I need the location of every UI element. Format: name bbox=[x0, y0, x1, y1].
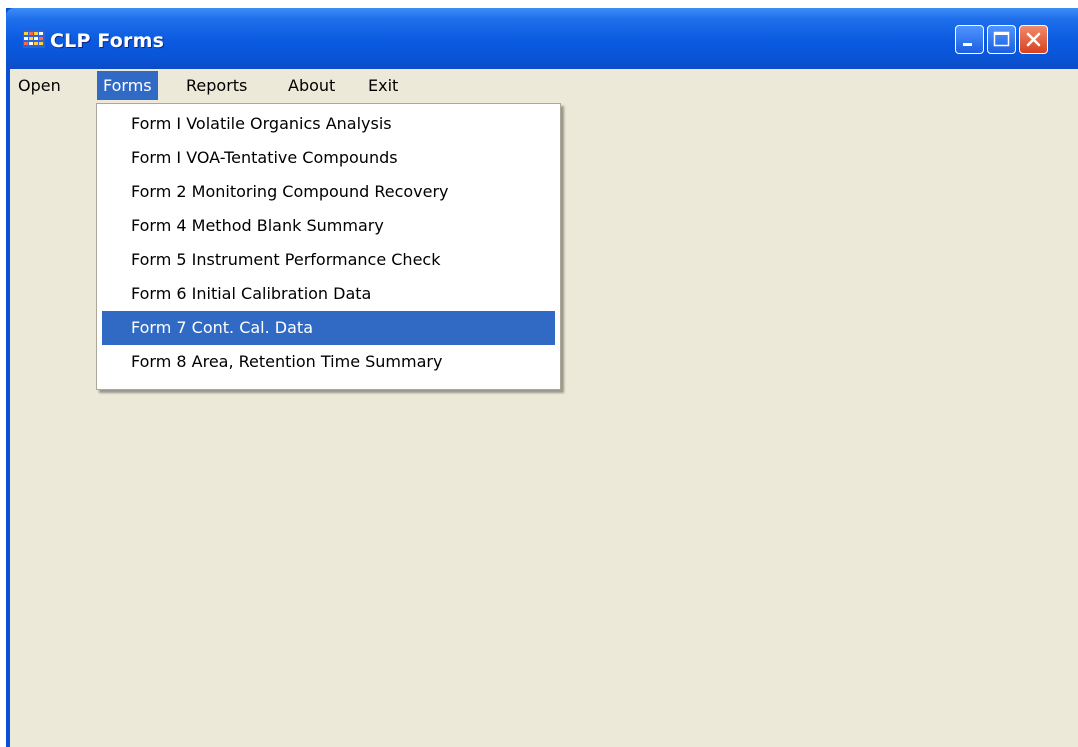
menu-item-form-4-method-blank[interactable]: Form 4 Method Blank Summary bbox=[102, 209, 555, 243]
window-title: CLP Forms bbox=[50, 30, 165, 52]
menu-exit[interactable]: Exit bbox=[362, 71, 404, 100]
menu-forms[interactable]: Forms bbox=[97, 71, 158, 100]
close-button[interactable] bbox=[1019, 25, 1048, 54]
maximize-button[interactable] bbox=[987, 25, 1016, 54]
menu-item-form-8-area-retention[interactable]: Form 8 Area, Retention Time Summary bbox=[102, 345, 555, 379]
maximize-icon bbox=[993, 31, 1010, 47]
client-area: Open Forms Reports About Exit Form I Vol… bbox=[10, 69, 1078, 747]
menu-bar: Open Forms Reports About Exit bbox=[10, 69, 1078, 103]
menu-open[interactable]: Open bbox=[12, 71, 67, 100]
close-icon bbox=[1026, 32, 1041, 47]
menu-item-form-5-instrument-check[interactable]: Form 5 Instrument Performance Check bbox=[102, 243, 555, 277]
menu-item-form-1-voa-tentative[interactable]: Form I VOA-Tentative Compounds bbox=[102, 141, 555, 175]
minimize-button[interactable] bbox=[955, 25, 984, 54]
app-icon bbox=[23, 30, 45, 48]
menu-item-form-2-monitoring-recovery[interactable]: Form 2 Monitoring Compound Recovery bbox=[102, 175, 555, 209]
menu-item-form-1-volatile-organics[interactable]: Form I Volatile Organics Analysis bbox=[102, 107, 555, 141]
menu-reports[interactable]: Reports bbox=[180, 71, 253, 100]
forms-dropdown-menu: Form I Volatile Organics Analysis Form I… bbox=[96, 103, 561, 390]
menu-item-form-7-cont-cal[interactable]: Form 7 Cont. Cal. Data bbox=[102, 311, 555, 345]
title-bar[interactable]: CLP Forms bbox=[6, 8, 1078, 69]
menu-item-form-6-initial-calibration[interactable]: Form 6 Initial Calibration Data bbox=[102, 277, 555, 311]
menu-about[interactable]: About bbox=[282, 71, 341, 100]
minimize-icon bbox=[963, 43, 972, 46]
app-window: CLP Forms Open Forms Reports About Exit bbox=[6, 8, 1078, 747]
